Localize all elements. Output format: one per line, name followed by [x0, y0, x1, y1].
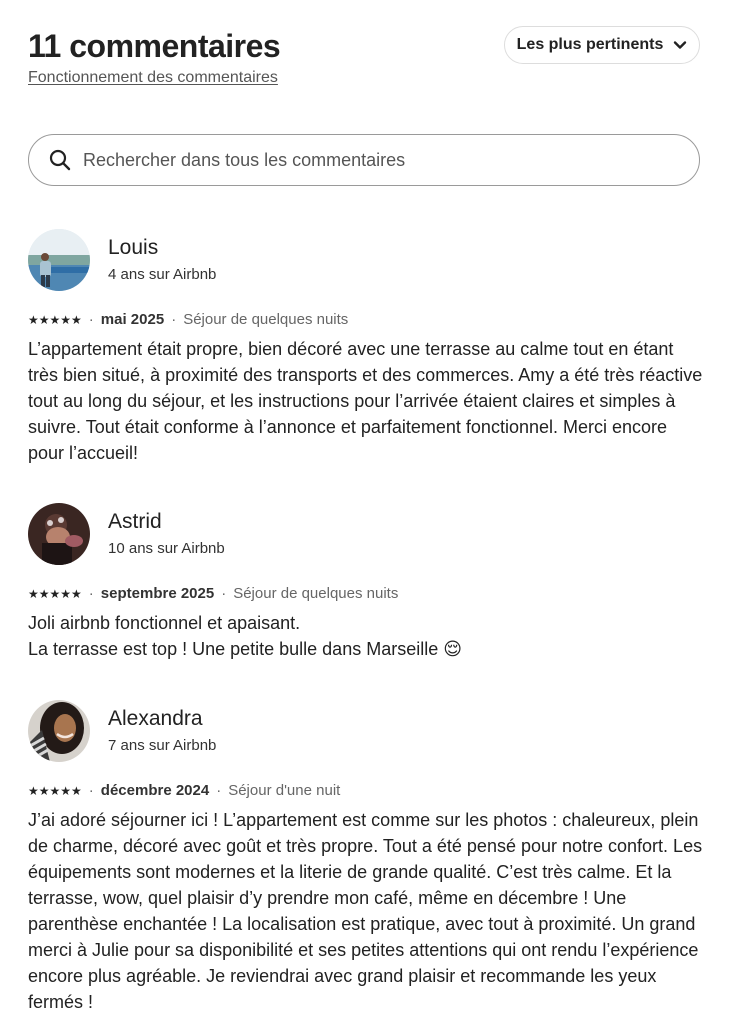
avatar[interactable] [28, 700, 90, 762]
review-date: décembre 2024 [100, 782, 210, 799]
reviewer-info: Astrid 10 ans sur Airbnb [108, 509, 225, 559]
review-text: J’ai adoré séjourner ici ! L’appartement… [28, 810, 703, 1012]
reviewer: Louis 4 ans sur Airbnb [28, 228, 708, 292]
reviewer-name: Alexandra [108, 707, 203, 730]
review-meta: ★★★★★ · septembre 2025 · Séjour de quelq… [28, 584, 708, 604]
reviewer-info: Louis 4 ans sur Airbnb [108, 235, 216, 285]
separator-dot: · [221, 585, 227, 602]
how-reviews-work-link[interactable]: Fonctionnement des commentaires [28, 69, 278, 87]
stay-length: Séjour d'une nuit [228, 782, 341, 799]
review-item: Astrid 10 ans sur Airbnb ★★★★★ · septemb… [28, 502, 708, 662]
search-bar[interactable] [28, 134, 700, 186]
separator-dot: · [88, 311, 94, 328]
reviewer-tenure: 7 ans sur Airbnb [108, 737, 217, 754]
star-rating: ★★★★★ [28, 313, 82, 327]
reviewer-tenure: 10 ans sur Airbnb [108, 540, 225, 557]
reviews-header: 11 commentaires Fonctionnement des comme… [28, 26, 700, 87]
review-text: Joli airbnb fonctionnel et apaisant. La … [28, 613, 462, 659]
reviewer-info: Alexandra 7 ans sur Airbnb [108, 706, 216, 756]
search-input[interactable] [81, 148, 699, 172]
reviewer-name: Louis [108, 236, 159, 259]
review-item: Louis 4 ans sur Airbnb ★★★★★ · mai 2025 … [28, 228, 708, 466]
reviewer: Alexandra 7 ans sur Airbnb [28, 699, 708, 763]
separator-dot: · [216, 782, 222, 799]
reviewer: Astrid 10 ans sur Airbnb [28, 502, 708, 566]
avatar-photo [28, 700, 90, 762]
star-rating: ★★★★★ [28, 587, 82, 601]
reviewer-tenure: 4 ans sur Airbnb [108, 266, 217, 283]
reviewer-name: Astrid [108, 510, 162, 533]
separator-dot: · [88, 585, 94, 602]
chevron-down-icon [674, 41, 687, 49]
avatar-photo [28, 229, 90, 291]
stay-length: Séjour de quelques nuits [233, 585, 399, 602]
search-icon [49, 149, 71, 171]
review-date: mai 2025 [100, 311, 165, 328]
review-date: septembre 2025 [100, 585, 215, 602]
reviews-page: 11 commentaires Fonctionnement des comme… [0, 0, 748, 1024]
avatar[interactable] [28, 229, 90, 291]
review-text: L’appartement était propre, bien décoré … [28, 339, 703, 463]
separator-dot: · [88, 782, 94, 799]
review-meta: ★★★★★ · mai 2025 · Séjour de quelques nu… [28, 310, 708, 330]
avatar[interactable] [28, 503, 90, 565]
star-rating: ★★★★★ [28, 784, 82, 798]
avatar-photo [28, 503, 90, 565]
separator-dot: · [171, 311, 177, 328]
sort-label: Les plus pertinents [516, 36, 664, 53]
review-item: Alexandra 7 ans sur Airbnb ★★★★★ · décem… [28, 699, 708, 1015]
sort-dropdown-button[interactable]: Les plus pertinents [504, 26, 700, 64]
review-meta: ★★★★★ · décembre 2024 · Séjour d'une nui… [28, 781, 708, 801]
stay-length: Séjour de quelques nuits [183, 311, 349, 328]
